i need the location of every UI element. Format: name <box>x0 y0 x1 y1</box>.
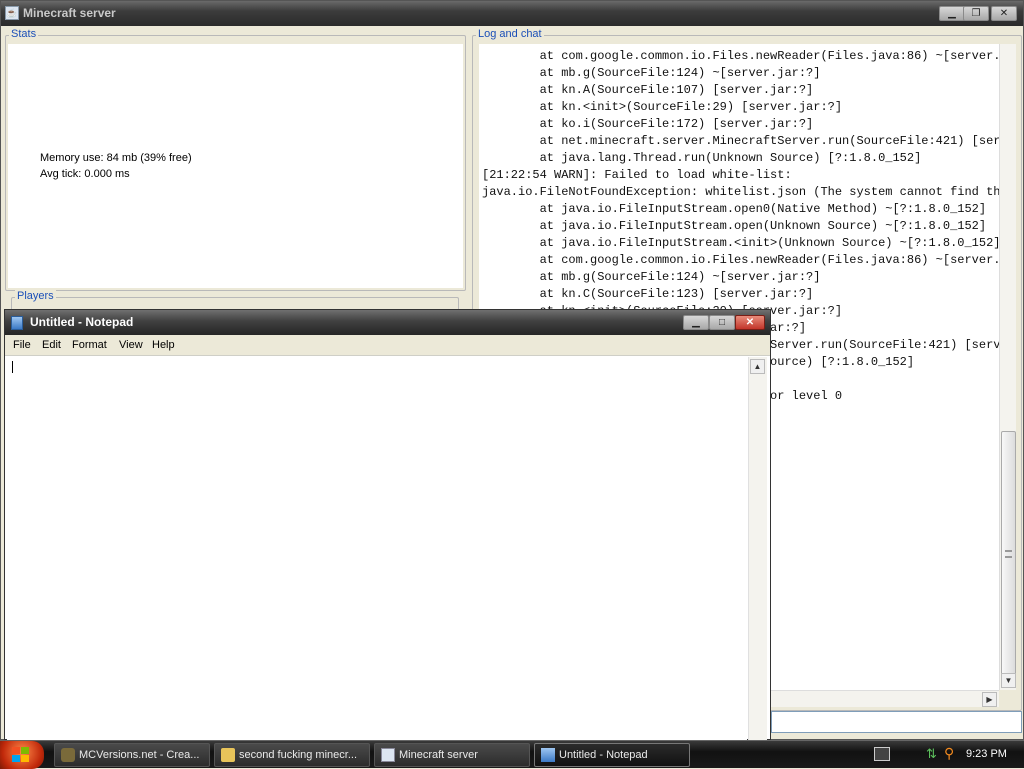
keyboard-icon[interactable] <box>874 747 890 761</box>
menu-view[interactable]: View <box>119 339 143 351</box>
stats-area: Memory use: 84 mb (39% free) Avg tick: 0… <box>8 44 463 288</box>
restore-button[interactable]: ❐ <box>963 6 989 21</box>
task-mcversions[interactable]: MCVersions.net - Crea... <box>54 743 210 767</box>
log-line: at java.io.FileInputStream.open0(Native … <box>482 202 987 216</box>
text-caret <box>12 361 13 373</box>
mc-titlebar[interactable]: ☕ Minecraft server ▁ ❐ ✕ <box>1 1 1023 26</box>
menu-format[interactable]: Format <box>72 339 107 351</box>
log-line: at java.io.FileInputStream.open(Unknown … <box>482 219 987 233</box>
menu-file[interactable]: File <box>13 339 31 351</box>
notepad-close-button[interactable]: ✕ <box>735 315 765 330</box>
log-line: at kn.A(SourceFile:107) [server.jar:?] <box>482 83 814 97</box>
notepad-titlebar[interactable]: Untitled - Notepad ▁ □ ✕ <box>5 310 770 335</box>
log-line: java.io.FileNotFoundException: whitelist… <box>482 185 999 199</box>
log-line: at net.minecraft.server.MinecraftServer.… <box>482 134 999 148</box>
taskbar: MCVersions.net - Crea... second fucking … <box>0 740 1024 769</box>
memory-use-text: Memory use: 84 mb (39% free) <box>40 152 192 164</box>
windows-flag-icon <box>12 747 30 763</box>
log-scroll-thumb[interactable] <box>1001 431 1016 681</box>
log-line: at com.google.common.io.Files.newReader(… <box>482 253 999 267</box>
task-label: Untitled - Notepad <box>559 749 648 761</box>
menu-help[interactable]: Help <box>152 339 175 351</box>
notepad-vertical-scrollbar[interactable]: ▲ <box>748 357 767 741</box>
clock[interactable]: 9:23 PM <box>966 748 1007 760</box>
notepad-window: Untitled - Notepad ▁ □ ✕ File Edit Forma… <box>4 309 771 741</box>
players-label: Players <box>15 290 56 302</box>
folder-icon <box>221 748 235 762</box>
log-line: at kn.<init>(SourceFile:29) [server.jar:… <box>482 100 843 114</box>
notepad-menubar: File Edit Format View Help <box>5 335 770 356</box>
close-button[interactable]: ✕ <box>991 6 1017 21</box>
task-folder[interactable]: second fucking minecr... <box>214 743 370 767</box>
stats-panel: Stats Memory use: 84 mb (39% free) Avg t… <box>5 28 466 291</box>
avg-tick-text: Avg tick: 0.000 ms <box>40 168 130 180</box>
task-label: second fucking minecr... <box>239 749 358 761</box>
task-notepad[interactable]: Untitled - Notepad <box>534 743 690 767</box>
scroll-right-arrow-icon[interactable]: ▶ <box>982 692 997 707</box>
menu-edit[interactable]: Edit <box>42 339 61 351</box>
stats-label: Stats <box>9 28 39 40</box>
notepad-text-area[interactable] <box>7 357 747 741</box>
search-icon[interactable]: ⚲ <box>944 745 960 761</box>
notepad-title: Untitled - Notepad <box>30 315 134 329</box>
mc-window-title: Minecraft server <box>23 6 116 20</box>
java-icon <box>381 748 395 762</box>
chat-input[interactable] <box>771 711 1022 733</box>
log-line: at ko.i(SourceFile:172) [server.jar:?] <box>482 117 814 131</box>
browser-icon <box>61 748 75 762</box>
notepad-minimize-button[interactable]: ▁ <box>683 315 709 330</box>
log-line: at com.google.common.io.Files.newReader(… <box>482 49 999 63</box>
start-button[interactable] <box>0 741 44 769</box>
notepad-icon <box>541 748 555 762</box>
task-minecraft-server[interactable]: Minecraft server <box>374 743 530 767</box>
log-line: [21:22:54 WARN]: Failed to load white-li… <box>482 168 792 182</box>
java-app-icon: ☕ <box>5 6 19 20</box>
task-label: Minecraft server <box>399 749 478 761</box>
log-line: at mb.g(SourceFile:124) ~[server.jar:?] <box>482 66 821 80</box>
log-line: at kn.C(SourceFile:123) [server.jar:?] <box>482 287 814 301</box>
task-label: MCVersions.net - Crea... <box>79 749 200 761</box>
network-icon[interactable]: ⇅ <box>926 746 940 762</box>
log-line: at mb.g(SourceFile:124) ~[server.jar:?] <box>482 270 821 284</box>
log-line: at java.lang.Thread.run(Unknown Source) … <box>482 151 922 165</box>
scroll-up-arrow-icon[interactable]: ▲ <box>750 359 765 374</box>
log-vertical-scrollbar[interactable]: ▼ <box>999 44 1016 690</box>
notepad-icon <box>11 316 23 330</box>
minimize-button[interactable]: ▁ <box>939 6 965 21</box>
log-label: Log and chat <box>476 28 544 40</box>
notepad-maximize-button[interactable]: □ <box>709 315 735 330</box>
scroll-down-arrow-icon[interactable]: ▼ <box>1001 673 1016 688</box>
log-line: at java.io.FileInputStream.<init>(Unknow… <box>482 236 999 250</box>
